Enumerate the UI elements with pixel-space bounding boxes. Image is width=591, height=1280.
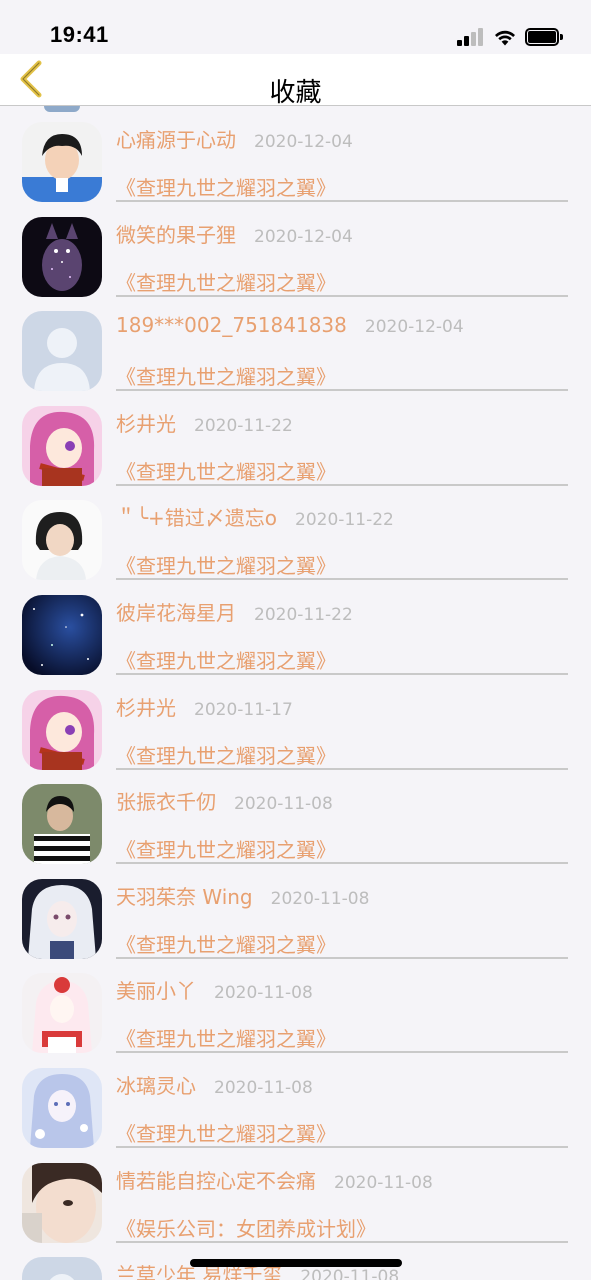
avatar[interactable] xyxy=(22,595,102,675)
item-header: 张振衣千仞 2020-11-08 xyxy=(116,786,333,816)
avatar[interactable] xyxy=(22,784,102,865)
item-header: 微笑的果子狸 2020-12-04 xyxy=(116,219,353,249)
favorite-date: 2020-11-22 xyxy=(194,415,293,436)
avatar[interactable] xyxy=(22,122,102,202)
favorite-date: 2020-11-22 xyxy=(295,510,394,531)
status-time: 19:41 xyxy=(50,22,109,47)
item-header: 彼岸花海星月 2020-11-22 xyxy=(116,597,353,627)
book-title-link[interactable]: 《查理九世之耀羽之翼》 xyxy=(116,550,336,579)
list-item[interactable]: 美丽小丫 2020-11-08 《查理九世之耀羽之翼》 xyxy=(0,957,591,1054)
item-header: 杉井光 2020-11-22 xyxy=(116,408,293,438)
item-header: 189***002_751841838 2020-12-04 xyxy=(116,313,464,343)
status-bar: 19:41 xyxy=(0,0,591,54)
avatar[interactable] xyxy=(22,973,102,1054)
avatar[interactable] xyxy=(22,405,102,486)
avatar[interactable] xyxy=(22,1068,102,1148)
book-title-link[interactable]: 《查理九世之耀羽之翼》 xyxy=(116,740,336,769)
item-header: 冰璃灵心 2020-11-08 xyxy=(116,1070,313,1100)
avatar[interactable] xyxy=(22,311,102,392)
favorite-date: 2020-11-08 xyxy=(234,794,333,815)
list-item[interactable]: 微笑的果子狸 2020-12-04 《查理九世之耀羽之翼》 xyxy=(0,201,591,297)
page-title: 收藏 xyxy=(269,78,322,108)
list-item[interactable]: 天羽茱奈 Wing 2020-11-08 《查理九世之耀羽之翼》 xyxy=(0,863,591,959)
user-nickname[interactable]: 情若能自控心定不会痛 xyxy=(116,1165,316,1194)
user-nickname[interactable]: 心痛源于心动 xyxy=(116,124,236,153)
favorite-date: 2020-11-08 xyxy=(334,1172,433,1193)
item-header: 情若能自控心定不会痛 2020-11-08 xyxy=(116,1165,433,1195)
user-nickname[interactable]: ＂╰+错过〆遗忘o xyxy=(116,502,277,531)
favorite-date: 2020-11-17 xyxy=(194,699,293,720)
book-title-link[interactable]: 《查理九世之耀羽之翼》 xyxy=(116,172,336,201)
book-title-link[interactable]: 《查理九世之耀羽之翼》 xyxy=(116,929,336,958)
avatar[interactable] xyxy=(22,216,102,297)
favorite-date: 2020-11-08 xyxy=(300,1267,400,1280)
avatar[interactable] xyxy=(22,1162,102,1243)
list-item[interactable]: 情若能自控心定不会痛 2020-11-08 《娱乐公司：女团养成计划》 xyxy=(0,1147,591,1243)
book-title-link[interactable]: 《查理九世之耀羽之翼》 xyxy=(116,456,336,485)
user-nickname[interactable]: 微笑的果子狸 xyxy=(116,219,236,248)
item-header: ＂╰+错过〆遗忘o 2020-11-22 xyxy=(116,502,394,532)
book-title-link[interactable]: 《查理九世之耀羽之翼》 xyxy=(116,834,336,863)
book-title-link[interactable]: 《查理九世之耀羽之翼》 xyxy=(116,645,336,674)
user-nickname[interactable]: 189***002_751841838 xyxy=(116,313,347,337)
list-item[interactable]: 杉井光 2020-11-17 《查理九世之耀羽之翼》 xyxy=(0,674,591,770)
home-indicator[interactable] xyxy=(190,1259,402,1267)
favorite-date: 2020-11-08 xyxy=(214,1078,313,1098)
favorites-list[interactable]: 心痛源于心动 2020-12-04 《查理九世之耀羽之翼》 微笑的果子狸 2020-12… xyxy=(0,106,591,1280)
favorite-date: 2020-11-08 xyxy=(270,888,370,909)
favorite-date: 2020-12-04 xyxy=(254,132,353,152)
user-nickname[interactable]: 彼岸花海星月 xyxy=(116,597,236,626)
book-title-link[interactable]: 《查理九世之耀羽之翼》 xyxy=(116,1118,336,1147)
item-header: 天羽茱奈 Wing 2020-11-08 xyxy=(116,881,369,911)
item-header: 心痛源于心动 2020-12-04 xyxy=(116,124,353,154)
list-item[interactable]: 189***002_751841838 2020-12-04 《查理九世之耀羽之翼》 xyxy=(0,295,591,392)
user-nickname[interactable]: 天羽茱奈 Wing xyxy=(116,881,253,910)
user-nickname[interactable]: 杉井光 xyxy=(116,692,176,721)
wifi-icon xyxy=(495,30,515,46)
favorite-date: 2020-11-22 xyxy=(254,605,353,625)
user-nickname[interactable]: 杉井光 xyxy=(116,408,176,437)
list-item[interactable]: ＂╰+错过〆遗忘o 2020-11-22 《查理九世之耀羽之翼》 xyxy=(0,484,591,581)
book-title-link[interactable]: 《查理九世之耀羽之翼》 xyxy=(116,361,336,390)
list-item[interactable]: 心痛源于心动 2020-12-04 《查理九世之耀羽之翼》 xyxy=(0,106,591,202)
avatar[interactable] xyxy=(22,1257,102,1280)
navigation-bar: 收藏 xyxy=(0,54,591,108)
list-item[interactable]: 张振衣千仞 2020-11-08 《查理九世之耀羽之翼》 xyxy=(0,768,591,865)
favorite-date: 2020-12-04 xyxy=(254,226,353,247)
list-item[interactable]: 彼岸花海星月 2020-11-22 《查理九世之耀羽之翼》 xyxy=(0,579,591,675)
item-header: 美丽小丫 2020-11-08 xyxy=(116,975,313,1005)
avatar[interactable] xyxy=(22,689,102,770)
favorite-date: 2020-12-04 xyxy=(364,317,464,338)
book-title-link[interactable]: 《娱乐公司：女团养成计划》 xyxy=(116,1213,376,1242)
favorite-date: 2020-11-08 xyxy=(214,983,313,1004)
avatar[interactable] xyxy=(22,500,102,581)
book-title-link[interactable]: 《查理九世之耀羽之翼》 xyxy=(116,1023,336,1052)
cellular-signal-icon xyxy=(457,28,485,46)
list-item[interactable]: 杉井光 2020-11-22 《查理九世之耀羽之翼》 xyxy=(0,390,591,486)
battery-icon xyxy=(525,28,563,46)
user-nickname[interactable]: 冰璃灵心 xyxy=(116,1070,196,1099)
list-item[interactable]: 冰璃灵心 2020-11-08 《查理九世之耀羽之翼》 xyxy=(0,1052,591,1148)
book-title-link[interactable]: 《查理九世之耀羽之翼》 xyxy=(116,267,336,296)
avatar[interactable] xyxy=(22,878,102,959)
item-header: 杉井光 2020-11-17 xyxy=(116,692,293,722)
user-nickname[interactable]: 张振衣千仞 xyxy=(116,786,216,815)
user-nickname[interactable]: 美丽小丫 xyxy=(116,975,196,1004)
